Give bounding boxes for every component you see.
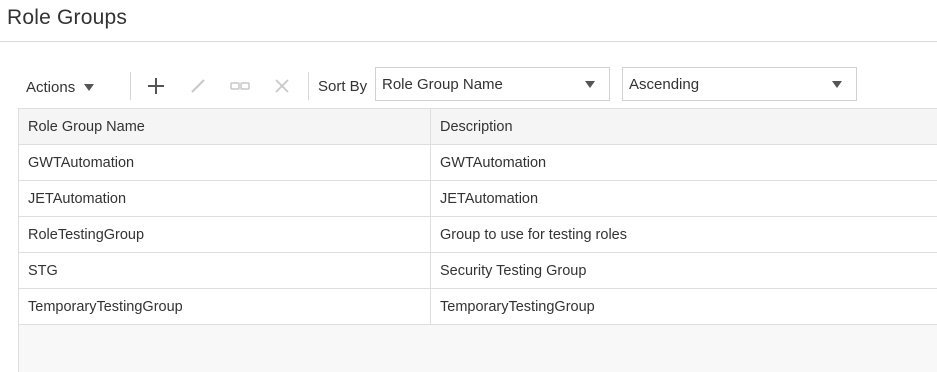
table-row[interactable]: RoleTestingGroup Group to use for testin… bbox=[19, 216, 937, 253]
cell-role-group-name: JETAutomation bbox=[19, 180, 431, 217]
link-icon bbox=[230, 82, 250, 90]
table-row[interactable]: TemporaryTestingGroup TemporaryTestingGr… bbox=[19, 288, 937, 325]
chevron-down-icon bbox=[84, 83, 95, 91]
role-groups-page: Role Groups Actions Sort By Role Group N… bbox=[0, 0, 937, 372]
page-title: Role Groups bbox=[7, 6, 128, 29]
actions-label: Actions bbox=[26, 78, 76, 96]
toolbar: Actions Sort By Role Group Name Ascendin… bbox=[18, 66, 937, 106]
chevron-down-icon bbox=[585, 81, 595, 88]
plus-icon bbox=[148, 78, 164, 94]
sort-order-value: Ascending bbox=[629, 75, 700, 93]
cell-role-group-name: STG bbox=[19, 252, 431, 289]
cell-description: JETAutomation bbox=[430, 180, 937, 217]
role-groups-table: Role Group Name Description GWTAutomatio… bbox=[18, 108, 937, 372]
pencil-icon bbox=[191, 79, 205, 93]
cell-description: GWTAutomation bbox=[430, 144, 937, 181]
table-row[interactable]: STG Security Testing Group bbox=[19, 252, 937, 289]
toolbar-separator bbox=[308, 72, 309, 100]
actions-menu-button[interactable]: Actions bbox=[26, 74, 95, 100]
close-icon bbox=[275, 79, 289, 93]
add-button[interactable] bbox=[145, 75, 167, 97]
toolbar-separator bbox=[130, 72, 131, 100]
table-row[interactable]: JETAutomation JETAutomation bbox=[19, 180, 937, 217]
cell-description: TemporaryTestingGroup bbox=[430, 288, 937, 325]
link-button[interactable] bbox=[229, 75, 251, 97]
cell-role-group-name: GWTAutomation bbox=[19, 144, 431, 181]
sort-field-value: Role Group Name bbox=[382, 75, 503, 93]
table-header-row: Role Group Name Description bbox=[19, 108, 937, 145]
cell-description: Security Testing Group bbox=[430, 252, 937, 289]
cell-description: Group to use for testing roles bbox=[430, 216, 937, 253]
column-header-role-group-name[interactable]: Role Group Name bbox=[19, 108, 431, 145]
sort-by-label: Sort By bbox=[318, 78, 368, 95]
chevron-down-icon bbox=[832, 81, 842, 88]
title-divider bbox=[0, 41, 937, 42]
sort-field-select[interactable]: Role Group Name bbox=[375, 67, 610, 101]
column-header-description[interactable]: Description bbox=[430, 108, 937, 145]
edit-button[interactable] bbox=[187, 75, 209, 97]
sort-order-select[interactable]: Ascending bbox=[622, 67, 857, 101]
cell-role-group-name: RoleTestingGroup bbox=[19, 216, 431, 253]
cell-role-group-name: TemporaryTestingGroup bbox=[19, 288, 431, 325]
table-row[interactable]: GWTAutomation GWTAutomation bbox=[19, 144, 937, 181]
delete-button[interactable] bbox=[271, 75, 293, 97]
